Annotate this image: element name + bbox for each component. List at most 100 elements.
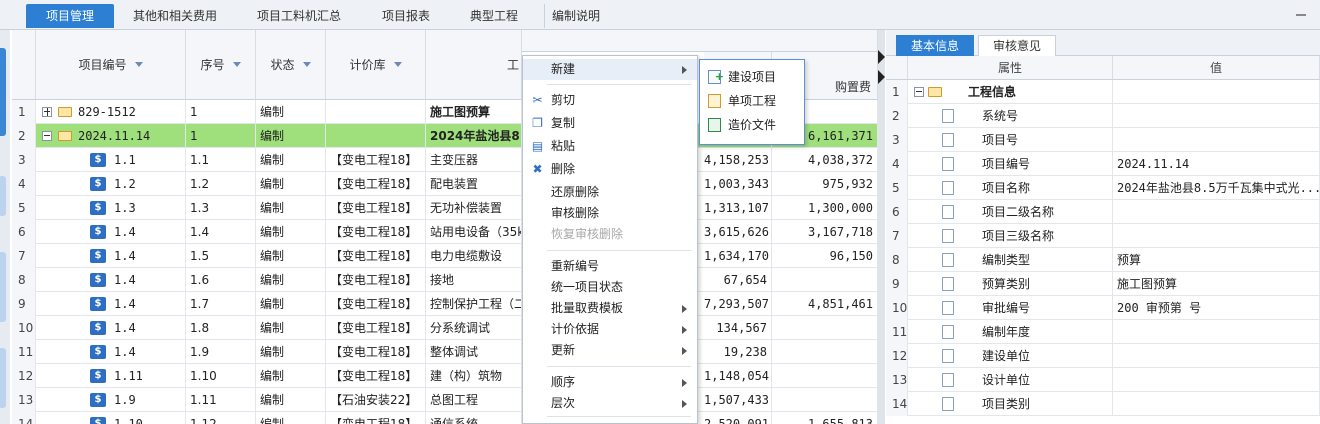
expand-icon[interactable]	[42, 107, 52, 117]
cell-v1[interactable]: 2,520,091	[704, 412, 772, 424]
property-value[interactable]	[1113, 392, 1320, 416]
property-value[interactable]	[1113, 344, 1320, 368]
table-row[interactable]: 67,654 接地 【变电工程18】 编制 1.6 1.4 8 $	[12, 268, 878, 292]
cell-code[interactable]: 1.9	[36, 388, 186, 412]
cell-seq[interactable]: 1.7	[186, 292, 256, 316]
cell-n[interactable]: 10	[12, 316, 36, 340]
compile-notes-title[interactable]: 编制说明	[552, 4, 600, 28]
property-value[interactable]: 200 审预第 号	[1113, 296, 1320, 320]
table-row[interactable]: 975,932 1,003,343 配电装置 【变电工程18】 编制 1.2 1.2 4 $	[12, 172, 878, 196]
cell-name[interactable]: 分系统调试	[426, 316, 522, 340]
cell-status[interactable]: 编制	[256, 148, 326, 172]
column-header-name[interactable]: 工	[426, 30, 522, 100]
table-row[interactable]: 134,567 分系统调试 【变电工程18】 编制 1.8 1.4 10 $	[12, 316, 878, 340]
cell-name[interactable]: 接地	[426, 268, 522, 292]
cell-lib[interactable]: 【变电工程18】	[326, 412, 426, 424]
cell-n[interactable]: 3	[12, 148, 36, 172]
cell-seq[interactable]: 1.3	[186, 196, 256, 220]
cell-n[interactable]: 7	[12, 244, 36, 268]
menu-item[interactable]: ✖ 删除	[523, 159, 697, 180]
cell-v1[interactable]: 67,654	[704, 268, 772, 292]
property-row[interactable]: 7 项目三级名称	[886, 224, 1320, 248]
cell-n[interactable]: 1	[12, 100, 36, 124]
property-row[interactable]: 14 项目类别	[886, 392, 1320, 416]
cell-code[interactable]: 1.4	[36, 292, 186, 316]
cell-v1[interactable]: 134,567	[704, 316, 772, 340]
property-value[interactable]: 施工图预算	[1113, 272, 1320, 296]
menu-item[interactable]: 层次	[523, 393, 697, 414]
cell-name[interactable]: 配电装置	[426, 172, 522, 196]
tab-project-reports[interactable]: 项目报表	[368, 4, 444, 28]
cell-lib[interactable]: 【石油安装22】	[326, 388, 426, 412]
cell-lib[interactable]: 【变电工程18】	[326, 220, 426, 244]
column-header-pricelib[interactable]: 计价库	[326, 30, 426, 100]
property-row[interactable]: 13 设计单位	[886, 368, 1320, 392]
cell-v2[interactable]	[772, 388, 878, 412]
column-header-code[interactable]: 项目编号	[36, 30, 186, 100]
cell-v2[interactable]: 4,851,461	[772, 292, 878, 316]
cell-lib[interactable]: 【变电工程18】	[326, 244, 426, 268]
cell-status[interactable]: 编制	[256, 316, 326, 340]
cell-seq[interactable]: 1.11	[186, 388, 256, 412]
cell-name[interactable]: 施工图预算	[426, 100, 522, 124]
cell-seq[interactable]: 1.2	[186, 172, 256, 196]
menu-item[interactable]: 批量取费模板	[523, 298, 697, 319]
dock-indicator-mid[interactable]	[0, 176, 6, 216]
cell-n[interactable]: 4	[12, 172, 36, 196]
cell-seq[interactable]: 1.9	[186, 340, 256, 364]
cell-n[interactable]: 5	[12, 196, 36, 220]
cell-status[interactable]: 编制	[256, 196, 326, 220]
cell-n[interactable]: 14	[12, 412, 36, 424]
cell-seq[interactable]: 1.10	[186, 364, 256, 388]
menu-item[interactable]: 重新编号	[523, 256, 697, 277]
property-value[interactable]: 2024.11.14	[1113, 152, 1320, 176]
collapse-arrow-icon[interactable]	[878, 70, 885, 84]
property-row[interactable]: 5 项目名称 2024年盐池县8.5万千瓦集中式光...	[886, 176, 1320, 200]
cell-v1[interactable]: 1,313,107	[704, 196, 772, 220]
dock-indicator-top[interactable]	[0, 48, 6, 136]
table-row[interactable]: 1,300,000 1,313,107 无功补偿装置 【变电工程18】 编制 1.3 1.3…	[12, 196, 878, 220]
property-value[interactable]: 预算	[1113, 248, 1320, 272]
cell-v2[interactable]: 1,300,000	[772, 196, 878, 220]
property-value[interactable]	[1113, 224, 1320, 248]
cell-code[interactable]: 1.11	[36, 364, 186, 388]
dock-indicator-bottom[interactable]	[0, 348, 6, 408]
cell-code[interactable]: 1.3	[36, 196, 186, 220]
cell-status[interactable]: 编制	[256, 340, 326, 364]
property-row[interactable]: 3 项目号	[886, 128, 1320, 152]
cell-v2[interactable]: 1,655,813	[772, 412, 878, 424]
table-row[interactable]: 1,507,433 总图工程 【石油安装22】 编制 1.11 1.9 13 $	[12, 388, 878, 412]
cell-v1[interactable]: 1,148,054	[704, 364, 772, 388]
cell-status[interactable]: 编制	[256, 220, 326, 244]
menu-item[interactable]: ❐ 复制	[523, 113, 697, 134]
cell-v1[interactable]: 1,634,170	[704, 244, 772, 268]
cell-v1[interactable]: 1,003,343	[704, 172, 772, 196]
property-row[interactable]: 12 建设单位	[886, 344, 1320, 368]
cell-name[interactable]: 电力电缆敷设	[426, 244, 522, 268]
cell-name[interactable]: 无功补偿装置	[426, 196, 522, 220]
cell-status[interactable]: 编制	[256, 388, 326, 412]
menu-item[interactable]: 还原删除	[523, 182, 697, 203]
cell-lib[interactable]	[326, 124, 426, 148]
table-row[interactable]: 96,150 1,634,170 电力电缆敷设 【变电工程18】 编制 1.5 1.4 7 $	[12, 244, 878, 268]
cell-seq[interactable]: 1.6	[186, 268, 256, 292]
cell-seq[interactable]: 1	[186, 124, 256, 148]
cell-name[interactable]: 站用电设备（35k	[426, 220, 522, 244]
cell-lib[interactable]: 【变电工程18】	[326, 340, 426, 364]
cell-seq[interactable]: 1.12	[186, 412, 256, 424]
column-header-seq[interactable]: 序号	[186, 30, 256, 100]
cell-v2[interactable]: 3,167,718	[772, 220, 878, 244]
collapse-icon[interactable]	[914, 87, 924, 97]
menu-item[interactable]: 审核删除	[523, 203, 697, 224]
cell-name[interactable]: 主变压器	[426, 148, 522, 172]
cell-code[interactable]: 1.4	[36, 316, 186, 340]
cell-v2[interactable]	[772, 364, 878, 388]
table-row[interactable]: 4,851,461 7,293,507 控制保护工程（二 【变电工程18】 编制 1.7 1…	[12, 292, 878, 316]
collapse-arrow-icon[interactable]	[878, 50, 885, 64]
menu-item[interactable]: 更新	[523, 340, 697, 361]
cell-name[interactable]: 建（构）筑物	[426, 364, 522, 388]
property-value[interactable]	[1113, 368, 1320, 392]
cell-lib[interactable]: 【变电工程18】	[326, 364, 426, 388]
filter-arrow-icon[interactable]	[232, 62, 241, 67]
cell-name[interactable]: 总图工程	[426, 388, 522, 412]
